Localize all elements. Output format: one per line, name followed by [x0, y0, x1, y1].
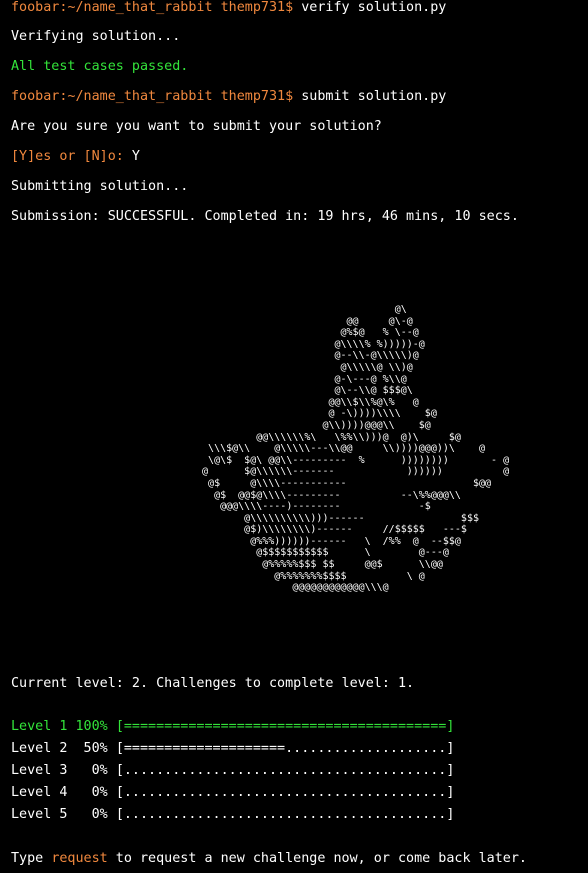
yes-no-prompt: [Y]es or [N]o:: [11, 149, 124, 164]
current-level-message: Current level: 2. Challenges to complete…: [11, 676, 415, 691]
level-progress-bar: [.......................................…: [115, 763, 455, 778]
command-line-submit: foobar:~/name_that_rabbit themp731$ subm…: [11, 89, 446, 105]
yes-no-line: [Y]es or [N]o: Y: [11, 149, 140, 165]
level-progress-bar: [.......................................…: [115, 785, 455, 800]
level-label: Level 1 100%: [11, 719, 108, 734]
submission-result: Submission: SUCCESSFUL. Completed in: 19…: [11, 209, 519, 224]
tests-passed-message: All test cases passed.: [11, 59, 189, 74]
footer-text-post: to request a new challenge now, or come …: [107, 851, 527, 866]
confirm-question: Are you sure you want to submit your sol…: [11, 119, 382, 134]
level-label: Level 2 50%: [11, 741, 108, 756]
level-progress-bar: [=======================================…: [115, 719, 455, 734]
submitting-message: Submitting solution...: [11, 179, 189, 194]
footer-instructions: Type request to request a new challenge …: [11, 851, 527, 867]
level-progress-row: Level 5 0% [............................…: [11, 807, 454, 823]
verifying-message: Verifying solution...: [11, 29, 181, 44]
level-progress-row: Level 2 50% [====================.......…: [11, 741, 454, 757]
footer-text-pre: Type: [11, 851, 52, 866]
level-progress-bar: [.......................................…: [115, 807, 455, 822]
level-progress-row: Level 3 0% [............................…: [11, 763, 454, 779]
level-label: Level 4 0%: [11, 785, 108, 800]
yes-no-answer: Y: [123, 149, 140, 164]
shell-prompt: foobar:~/name_that_rabbit themp731$: [11, 0, 294, 15]
level-progress-bar: [====================...................…: [115, 741, 455, 756]
level-label: Level 3 0%: [11, 763, 108, 778]
shell-prompt: foobar:~/name_that_rabbit themp731$: [11, 89, 294, 104]
level-progress-row: Level 1 100% [==========================…: [11, 719, 454, 735]
command-line-verify: foobar:~/name_that_rabbit themp731$ veri…: [11, 0, 446, 16]
command-text: verify solution.py: [293, 0, 447, 15]
request-command-keyword: request: [51, 851, 108, 866]
rabbit-ascii-art: @\ @@ @\-@ @%$@ % \--@ @\\\\% %)))))-@ @…: [202, 304, 510, 594]
level-progress-row: Level 4 0% [............................…: [11, 785, 454, 801]
command-text: submit solution.py: [293, 89, 447, 104]
terminal-window[interactable]: foobar:~/name_that_rabbit themp731$ veri…: [0, 0, 588, 873]
level-label: Level 5 0%: [11, 807, 108, 822]
